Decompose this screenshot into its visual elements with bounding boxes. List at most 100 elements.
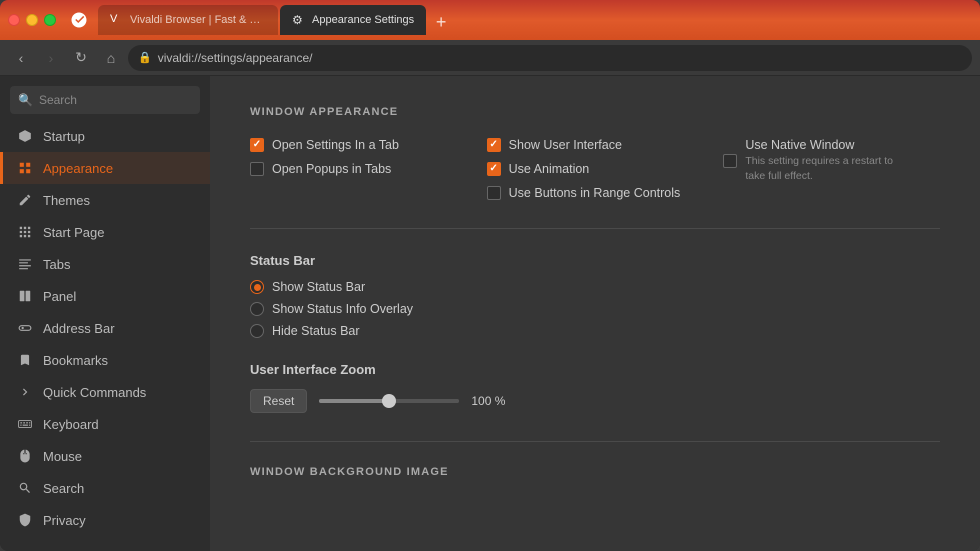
new-tab-button[interactable]: + <box>428 9 454 35</box>
zoom-slider-track <box>319 399 459 403</box>
sidebar-label-bookmarks: Bookmarks <box>43 353 108 368</box>
sidebar-item-quick-commands[interactable]: Quick Commands <box>0 376 210 408</box>
checkbox-native-window[interactable] <box>723 154 737 168</box>
address-bar[interactable]: 🔒 vivaldi://settings/appearance/ <box>128 45 972 71</box>
panel-icon <box>17 288 33 304</box>
main-layout: 🔍 Startup Appearance Themes <box>0 76 980 551</box>
checkbox-open-popups[interactable] <box>250 162 264 176</box>
tabs-icon <box>17 256 33 272</box>
sidebar-item-startup[interactable]: Startup <box>0 120 210 152</box>
checkbox-label-show-ui: Show User Interface <box>509 138 622 152</box>
checkbox-item-use-buttons[interactable]: Use Buttons in Range Controls <box>487 186 704 200</box>
sidebar-item-bookmarks[interactable]: Bookmarks <box>0 344 210 376</box>
radio-show-status-bar[interactable] <box>250 280 264 294</box>
sidebar-label-start-page: Start Page <box>43 225 104 240</box>
nav-bar: ‹ › ↻ ⌂ 🔒 vivaldi://settings/appearance/ <box>0 40 980 76</box>
checkbox-label-open-popups: Open Popups in Tabs <box>272 162 391 176</box>
sidebar-label-appearance: Appearance <box>43 161 113 176</box>
sidebar: 🔍 Startup Appearance Themes <box>0 76 210 551</box>
divider-2 <box>250 441 940 442</box>
window-background-section: WINDOW BACKGROUND IMAGE <box>250 466 940 478</box>
radio-item-show-status-info[interactable]: Show Status Info Overlay <box>250 302 940 316</box>
sidebar-item-tabs[interactable]: Tabs <box>0 248 210 280</box>
themes-icon <box>17 192 33 208</box>
zoom-section: User Interface Zoom Reset 100 % <box>250 362 940 413</box>
content-area: WINDOW APPEARANCE Open Settings In a Tab… <box>210 76 980 551</box>
checkbox-item-show-ui[interactable]: Show User Interface <box>487 138 704 152</box>
checkbox-open-settings[interactable] <box>250 138 264 152</box>
sidebar-item-start-page[interactable]: Start Page <box>0 216 210 248</box>
tab-label-vivaldi: Vivaldi Browser | Fast & Flexi <box>130 14 266 26</box>
divider-1 <box>250 228 940 229</box>
checkbox-item-open-popups[interactable]: Open Popups in Tabs <box>250 162 467 176</box>
sidebar-search-container: 🔍 <box>10 86 200 114</box>
checkbox-use-animation[interactable] <box>487 162 501 176</box>
sidebar-item-themes[interactable]: Themes <box>0 184 210 216</box>
radio-show-status-info[interactable] <box>250 302 264 316</box>
sidebar-label-startup: Startup <box>43 129 85 144</box>
keyboard-icon <box>17 416 33 432</box>
radio-item-hide-status-bar[interactable]: Hide Status Bar <box>250 324 940 338</box>
sidebar-label-tabs: Tabs <box>43 257 70 272</box>
address-url: vivaldi://settings/appearance/ <box>158 51 313 65</box>
checkbox-label-use-animation: Use Animation <box>509 162 590 176</box>
minimize-button[interactable] <box>26 14 38 26</box>
checkbox-label-use-buttons: Use Buttons in Range Controls <box>509 186 681 200</box>
search-nav-icon <box>17 480 33 496</box>
sidebar-item-panel[interactable]: Panel <box>0 280 210 312</box>
sidebar-item-keyboard[interactable]: Keyboard <box>0 408 210 440</box>
checkbox-use-buttons[interactable] <box>487 186 501 200</box>
native-window-group: Use Native Window This setting requires … <box>745 138 905 183</box>
checkbox-item-native-window[interactable]: Use Native Window This setting requires … <box>723 138 940 183</box>
quick-commands-icon <box>17 384 33 400</box>
sidebar-item-privacy[interactable]: Privacy <box>0 504 210 536</box>
zoom-value: 100 % <box>471 394 511 408</box>
home-button[interactable]: ⌂ <box>98 45 124 71</box>
sidebar-search-input[interactable] <box>39 93 194 107</box>
checkbox-item-use-animation[interactable]: Use Animation <box>487 162 704 176</box>
back-button[interactable]: ‹ <box>8 45 34 71</box>
zoom-slider[interactable] <box>319 399 459 403</box>
lock-icon: 🔒 <box>138 51 152 64</box>
sidebar-label-address-bar: Address Bar <box>43 321 115 336</box>
tab-favicon-vivaldi: V <box>110 13 124 27</box>
close-button[interactable] <box>8 14 20 26</box>
checkboxes-col1: Open Settings In a Tab Open Popups in Ta… <box>250 138 467 200</box>
sidebar-item-appearance[interactable]: Appearance <box>0 152 210 184</box>
radio-hide-status-bar[interactable] <box>250 324 264 338</box>
checkbox-show-ui[interactable] <box>487 138 501 152</box>
status-bar-title: Status Bar <box>250 253 940 268</box>
tab-favicon-settings: ⚙ <box>292 13 306 27</box>
sidebar-item-search[interactable]: Search <box>0 472 210 504</box>
sidebar-item-mouse[interactable]: Mouse <box>0 440 210 472</box>
checkbox-label-open-settings: Open Settings In a Tab <box>272 138 399 152</box>
zoom-slider-thumb[interactable] <box>382 394 396 408</box>
checkbox-label-native-window: Use Native Window <box>745 138 854 152</box>
window-background-title: WINDOW BACKGROUND IMAGE <box>250 466 940 478</box>
maximize-button[interactable] <box>44 14 56 26</box>
zoom-reset-button[interactable]: Reset <box>250 389 307 413</box>
address-bar-icon <box>17 320 33 336</box>
radio-item-show-status-bar[interactable]: Show Status Bar <box>250 280 940 294</box>
tab-label-settings: Appearance Settings <box>312 14 414 26</box>
checkbox-item-open-settings[interactable]: Open Settings In a Tab <box>250 138 467 152</box>
tab-vivaldi[interactable]: V Vivaldi Browser | Fast & Flexi <box>98 5 278 35</box>
window-appearance-title: WINDOW APPEARANCE <box>250 106 940 118</box>
sidebar-label-quick-commands: Quick Commands <box>43 385 146 400</box>
traffic-lights <box>8 14 56 26</box>
native-window-note: This setting requires a restart to take … <box>745 154 905 183</box>
checkboxes-col2: Show User Interface Use Animation Use Bu… <box>487 138 704 200</box>
startup-icon <box>17 128 33 144</box>
mouse-icon <box>17 448 33 464</box>
browser-window: V Vivaldi Browser | Fast & Flexi ⚙ Appea… <box>0 0 980 551</box>
privacy-icon <box>17 512 33 528</box>
forward-button[interactable]: › <box>38 45 64 71</box>
search-icon: 🔍 <box>18 93 33 107</box>
sidebar-label-mouse: Mouse <box>43 449 82 464</box>
sidebar-label-keyboard: Keyboard <box>43 417 99 432</box>
reload-button[interactable]: ↻ <box>68 45 94 71</box>
sidebar-item-address-bar[interactable]: Address Bar <box>0 312 210 344</box>
tab-settings[interactable]: ⚙ Appearance Settings <box>280 5 426 35</box>
zoom-slider-fill <box>319 399 389 403</box>
zoom-title: User Interface Zoom <box>250 362 940 377</box>
